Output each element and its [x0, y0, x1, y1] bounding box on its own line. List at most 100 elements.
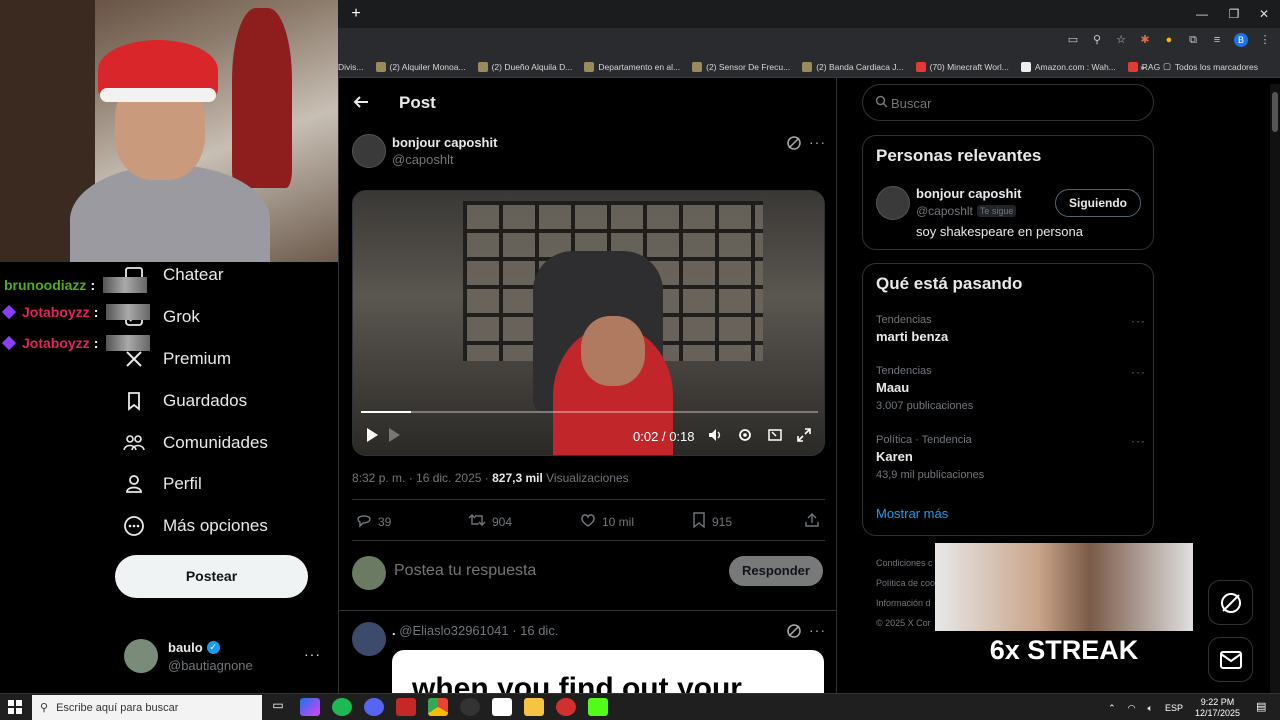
like-button[interactable]: 10 mil: [580, 512, 634, 531]
account-more-icon[interactable]: ···: [304, 646, 321, 662]
all-bookmarks-button[interactable]: ▢ Todos los marcadores: [1163, 61, 1258, 72]
avatar[interactable]: [876, 186, 910, 220]
next-icon[interactable]: [387, 427, 401, 446]
bookmark-item[interactable]: Amazon.com : Wah...: [1020, 61, 1116, 72]
show-more-link[interactable]: Mostrar más: [876, 506, 948, 521]
file-explorer-icon[interactable]: [524, 698, 544, 716]
search-input[interactable]: [891, 93, 1141, 113]
share-button[interactable]: [804, 512, 820, 531]
trend-item[interactable]: Tendencias Maau 3.007 publicaciones ···: [876, 365, 1146, 412]
page-scrollbar[interactable]: [1270, 84, 1280, 693]
extension-icon-2[interactable]: ●: [1162, 33, 1176, 47]
reply-tweet-image[interactable]: when you find out your: [392, 650, 824, 693]
grok-icon[interactable]: [786, 135, 802, 151]
author-name[interactable]: bonjour caposhit: [392, 135, 497, 150]
bookmark-button[interactable]: 915: [692, 512, 732, 531]
taskbar-search[interactable]: ⚲ Escribe aquí para buscar: [32, 695, 262, 720]
footer-link[interactable]: Condiciones c: [876, 553, 935, 573]
copilot-icon[interactable]: [300, 698, 320, 716]
relevant-user-name[interactable]: bonjour caposhit: [916, 186, 1021, 201]
extension-icon[interactable]: ✱: [1138, 33, 1152, 47]
back-arrow-icon[interactable]: [352, 93, 372, 113]
tray-chevron-icon[interactable]: ⌃: [1108, 703, 1116, 714]
play-icon[interactable]: [365, 427, 381, 443]
spotify-icon[interactable]: [332, 698, 352, 716]
video-player[interactable]: 0:02 / 0:18: [352, 190, 825, 456]
bookmark-item[interactable]: (2) Banda Cardiaca J...: [802, 61, 904, 72]
profile-avatar[interactable]: B: [1234, 33, 1248, 47]
trend-more-icon[interactable]: ···: [1131, 365, 1146, 379]
footer-links: Condiciones c Política de coo Informació…: [876, 553, 935, 633]
nav-item-perfil[interactable]: Perfil: [123, 473, 202, 495]
post-timestamp[interactable]: 8:32 p. m. · 16 dic. 2025 ·: [352, 471, 489, 485]
video-time: 0:02 / 0:18: [633, 429, 695, 444]
maximize-button[interactable]: ❐: [1220, 4, 1248, 24]
zoom-icon[interactable]: ⚲: [1090, 33, 1104, 47]
bookmarks-overflow-button[interactable]: »: [1140, 62, 1145, 72]
minimize-button[interactable]: —: [1188, 4, 1216, 24]
reply-author-name[interactable]: .: [392, 623, 396, 638]
kick-icon[interactable]: [588, 698, 608, 716]
footer-link[interactable]: Política de coo: [876, 573, 935, 593]
footer-link[interactable]: Información d: [876, 593, 935, 613]
messages-floating-button[interactable]: [1208, 637, 1253, 682]
network-icon[interactable]: ◠: [1128, 703, 1136, 714]
puzzle-icon[interactable]: ⧉: [1186, 33, 1200, 47]
reply-button[interactable]: 39: [356, 512, 391, 531]
more-icon[interactable]: ···: [809, 134, 826, 150]
author-avatar[interactable]: [352, 134, 386, 168]
post-button[interactable]: Postear: [115, 555, 308, 598]
notifications-icon[interactable]: ▤: [1256, 700, 1270, 714]
trend-more-icon[interactable]: ···: [1131, 434, 1146, 448]
bookmark-item[interactable]: (70) Minecraft Worl...: [915, 61, 1009, 72]
chrome-icon[interactable]: [428, 698, 448, 716]
bookmark-item[interactable]: Divis...: [338, 62, 364, 72]
nav-item-comunidades[interactable]: Comunidades: [123, 432, 268, 454]
nav-item-guardados[interactable]: Guardados: [123, 390, 247, 412]
bookmark-item[interactable]: Departamento en al...: [584, 61, 680, 72]
task-view-icon[interactable]: ▭: [268, 698, 288, 716]
bookmark-item[interactable]: (2) Alquiler Monoa...: [375, 61, 466, 72]
grok-floating-button[interactable]: [1208, 580, 1253, 625]
trend-item[interactable]: Política · Tendencia Karen 43,9 mil publ…: [876, 434, 1146, 481]
settings-gear-icon[interactable]: [737, 427, 753, 446]
language-indicator[interactable]: ESP: [1165, 703, 1183, 713]
author-handle[interactable]: @caposhlt: [392, 152, 454, 167]
bookmark-item[interactable]: (2) Sensor De Frecu...: [692, 61, 790, 72]
relevant-user-handle[interactable]: @caposhlt: [916, 204, 973, 218]
browser-menu-icon[interactable]: ⋮: [1258, 33, 1272, 47]
more-icon[interactable]: ···: [809, 622, 826, 638]
search-bar[interactable]: [862, 84, 1154, 121]
close-window-button[interactable]: ✕: [1250, 4, 1278, 24]
reading-list-icon[interactable]: ≡: [1210, 33, 1224, 47]
discord-icon[interactable]: [364, 698, 384, 716]
address-bar[interactable]: ▭ ⚲ ☆ ✱ ● ⧉ ≡ B ⋮: [338, 28, 1280, 56]
obs-icon[interactable]: [460, 698, 480, 716]
reply-author-avatar[interactable]: [352, 622, 386, 656]
volume-icon[interactable]: [707, 427, 723, 446]
new-tab-button[interactable]: +: [346, 4, 366, 24]
trend-more-icon[interactable]: ···: [1131, 314, 1146, 328]
following-button[interactable]: Siguiendo: [1055, 189, 1141, 217]
volume-icon[interactable]: 🔈︎: [1148, 703, 1153, 714]
reply-author-handle-date[interactable]: @Eliaslo32961041 · 16 dic.: [399, 623, 558, 638]
grok-icon[interactable]: [786, 623, 802, 639]
trend-item[interactable]: Tendencias marti benza ···: [876, 314, 1146, 344]
reply-input[interactable]: [394, 562, 714, 580]
bookmark-item[interactable]: (2) Dueño Alquila D...: [477, 61, 572, 72]
repost-button[interactable]: 904: [468, 512, 512, 531]
taskbar-clock[interactable]: 9:22 PM 12/17/2025: [1195, 697, 1240, 719]
capcut-icon[interactable]: [492, 698, 512, 716]
windows-start-icon[interactable]: [8, 700, 22, 714]
opera-icon[interactable]: [556, 698, 576, 716]
streaming-app-icon[interactable]: [396, 698, 416, 716]
account-switcher[interactable]: baulo ✓ @bautiagnone ···: [124, 638, 324, 678]
nav-item-mas-opciones[interactable]: Más opciones: [123, 515, 268, 537]
reply-submit-button[interactable]: Responder: [729, 556, 823, 586]
cast-icon[interactable]: ▭: [1066, 33, 1080, 47]
picture-in-picture-icon[interactable]: [767, 427, 783, 446]
fullscreen-icon[interactable]: [796, 427, 812, 446]
video-progress-bar[interactable]: [361, 411, 818, 413]
star-icon[interactable]: ☆: [1114, 33, 1128, 47]
scrollbar-thumb[interactable]: [1272, 92, 1278, 132]
